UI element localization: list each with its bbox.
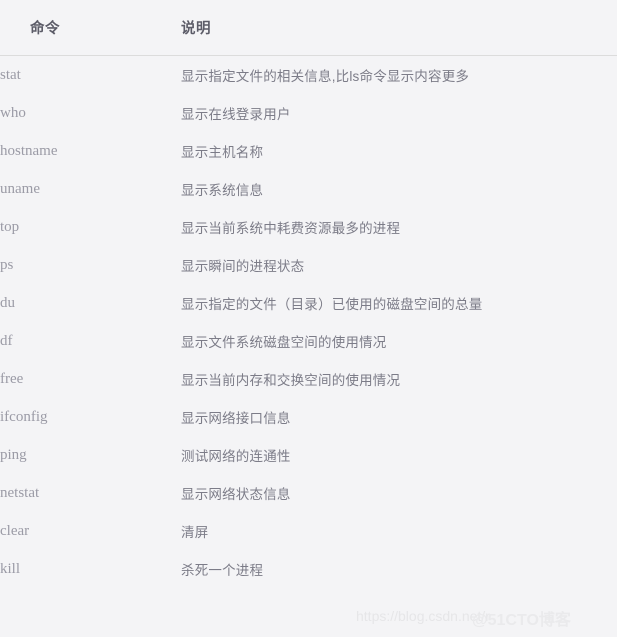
table-row: du 显示指定的文件（目录）已使用的磁盘空间的总量: [0, 284, 617, 322]
table-row: df 显示文件系统磁盘空间的使用情况: [0, 322, 617, 360]
cell-description: 显示网络状态信息: [181, 487, 291, 502]
cell-description: 显示指定文件的相关信息,比ls命令显示内容更多: [181, 69, 470, 84]
cell-command: df: [0, 332, 13, 349]
cell-command: ps: [0, 256, 14, 273]
cell-description: 显示文件系统磁盘空间的使用情况: [181, 335, 387, 350]
cell-command: ifconfig: [0, 408, 48, 425]
table-row: uname 显示系统信息: [0, 170, 617, 208]
cell-command: hostname: [0, 142, 58, 159]
column-header-description: 说明: [181, 0, 617, 56]
table-row: ping 测试网络的连通性: [0, 436, 617, 474]
watermark-source-url: https://blog.csdn.net/r: [356, 608, 490, 624]
table-row: who 显示在线登录用户: [0, 94, 617, 132]
cell-description: 测试网络的连通性: [181, 449, 291, 464]
table-row: netstat 显示网络状态信息: [0, 474, 617, 512]
table-row: top 显示当前系统中耗费资源最多的进程: [0, 208, 617, 246]
cell-command: clear: [0, 522, 30, 539]
cell-command: kill: [0, 560, 21, 577]
table-row: free 显示当前内存和交换空间的使用情况: [0, 360, 617, 398]
watermark-brand-label: @51CTO博客: [472, 612, 571, 629]
cell-description: 显示网络接口信息: [181, 411, 291, 426]
table-header: 命令 说明: [0, 0, 617, 56]
cell-description: 显示在线登录用户: [181, 107, 291, 122]
table-row: ps 显示瞬间的进程状态: [0, 246, 617, 284]
table-row: clear 清屏: [0, 512, 617, 550]
cell-description: 显示指定的文件（目录）已使用的磁盘空间的总量: [181, 297, 483, 312]
table-row: kill 杀死一个进程: [0, 550, 617, 588]
table-header-row: 命令 说明: [0, 0, 617, 56]
cell-command: who: [0, 104, 26, 121]
table-row: hostname 显示主机名称: [0, 132, 617, 170]
page-root: 命令 说明 stat 显示指定文件的相关信息,比ls命令显示内容更多 who 显示在线…: [0, 0, 617, 637]
column-header-command: 命令: [0, 0, 181, 56]
cell-description: 杀死一个进程: [181, 563, 264, 578]
cell-description: 显示系统信息: [181, 183, 264, 198]
cell-command: du: [0, 294, 15, 311]
cell-command: uname: [0, 180, 40, 197]
cell-description: 显示当前系统中耗费资源最多的进程: [181, 221, 401, 236]
cell-command: stat: [0, 66, 21, 83]
cell-description: 清屏: [181, 525, 209, 540]
cell-description: 显示当前内存和交换空间的使用情况: [181, 373, 401, 388]
cell-command: ping: [0, 446, 27, 463]
cell-command: top: [0, 218, 20, 235]
linux-command-reference-table: 命令 说明 stat 显示指定文件的相关信息,比ls命令显示内容更多 who 显示在线…: [0, 0, 617, 588]
cell-description: 显示主机名称: [181, 145, 264, 160]
table-row: stat 显示指定文件的相关信息,比ls命令显示内容更多: [0, 56, 617, 95]
table-row: ifconfig 显示网络接口信息: [0, 398, 617, 436]
cell-description: 显示瞬间的进程状态: [181, 259, 305, 274]
cell-command: netstat: [0, 484, 40, 501]
cell-command: free: [0, 370, 24, 387]
table-body: stat 显示指定文件的相关信息,比ls命令显示内容更多 who 显示在线登录用户 ho…: [0, 56, 617, 589]
